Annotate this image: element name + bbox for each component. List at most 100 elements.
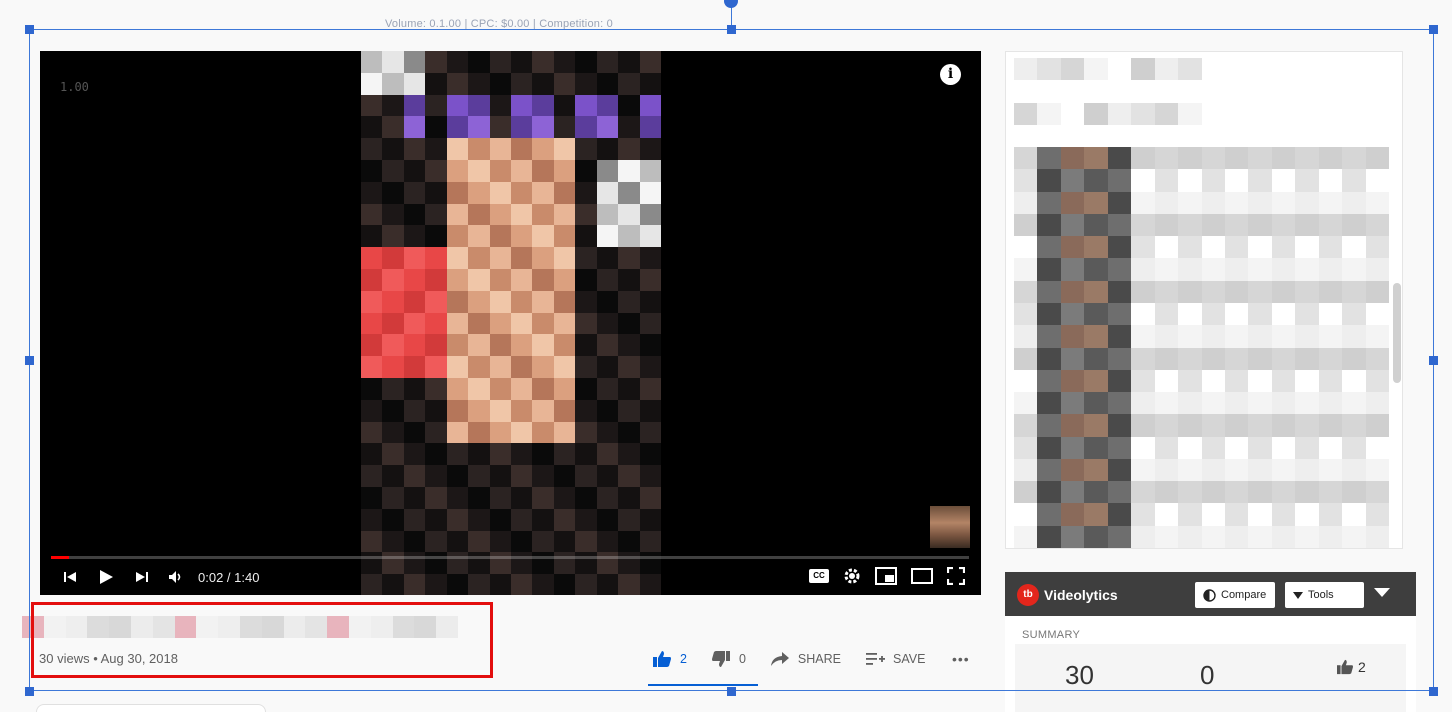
pixel-block — [1201, 458, 1225, 482]
related-videos-obscured — [1005, 51, 1403, 549]
pixel-block — [1107, 147, 1132, 170]
pixel-block — [1295, 458, 1319, 482]
pixel-block — [1107, 213, 1132, 237]
videolytics-panel: tb Videolytics Compare Tools SUMMARY 30 … — [1005, 572, 1416, 712]
pixel-block — [1037, 436, 1061, 459]
pixel-block — [1107, 481, 1132, 504]
pixel-block — [1271, 236, 1296, 259]
pixel-block — [403, 486, 426, 509]
pixel-block — [1248, 525, 1272, 548]
pixel-block — [1342, 102, 1366, 125]
pixel-block — [1201, 236, 1225, 259]
pixel-block — [575, 181, 597, 204]
pixel-block — [489, 51, 511, 73]
save-button[interactable]: SAVE — [865, 651, 925, 667]
pixel-block — [425, 247, 447, 269]
pixel-block — [489, 486, 511, 509]
videolytics-logo-icon: tb — [1017, 584, 1039, 606]
resize-handle-n[interactable] — [727, 25, 736, 34]
gear-icon[interactable] — [843, 567, 861, 585]
pixel-block — [1014, 147, 1038, 170]
pixel-block — [446, 268, 469, 291]
pixelated-video-frame — [361, 51, 661, 595]
resize-handle-w[interactable] — [25, 356, 34, 365]
pixel-block — [1154, 213, 1179, 237]
pixel-block — [1295, 102, 1319, 125]
pixel-block — [425, 51, 447, 73]
pixel-block — [1271, 80, 1296, 103]
stat-comments: 0 — [1200, 660, 1215, 690]
pixel-block — [1014, 458, 1038, 482]
dislike-button[interactable]: 0 — [711, 650, 746, 668]
pixel-block — [1178, 169, 1202, 192]
pixel-block — [1224, 102, 1249, 125]
more-actions-button[interactable]: ••• — [952, 651, 970, 667]
compare-button[interactable]: Compare — [1195, 582, 1275, 608]
resize-handle-e[interactable] — [1429, 356, 1438, 365]
pixel-block — [1060, 80, 1085, 103]
pixel-block — [1342, 503, 1366, 526]
pixel-block — [1060, 280, 1085, 303]
pixel-block — [1060, 369, 1085, 393]
sidebar-scrollbar[interactable] — [1393, 283, 1401, 383]
stat-views: 30 — [1065, 660, 1094, 690]
pixel-block — [511, 116, 533, 139]
pixel-block — [1271, 347, 1296, 370]
channel-watermark[interactable] — [930, 506, 970, 548]
fullscreen-icon[interactable] — [947, 567, 965, 585]
pixel-block — [1107, 236, 1132, 259]
share-button[interactable]: SHARE — [770, 651, 841, 667]
info-icon[interactable]: i — [940, 64, 961, 85]
like-button[interactable]: 2 — [652, 650, 687, 668]
pixel-block — [1037, 280, 1061, 303]
progress-bar[interactable] — [51, 556, 969, 559]
pixel-block — [1014, 280, 1038, 303]
pixel-block — [403, 203, 426, 226]
thumbs-up-icon — [1337, 659, 1353, 675]
pixel-block — [618, 508, 640, 531]
pixel-block — [532, 465, 554, 487]
miniplayer-icon[interactable] — [875, 567, 897, 585]
resize-handle-nw[interactable] — [25, 25, 34, 34]
tools-button[interactable]: Tools — [1285, 582, 1364, 608]
pixel-block — [639, 508, 661, 531]
resize-handle-se[interactable] — [1429, 687, 1438, 696]
pixel-block — [446, 530, 469, 553]
pixel-block — [1271, 525, 1296, 548]
pixel-block — [382, 94, 404, 117]
pixel-block — [403, 443, 426, 466]
captions-icon[interactable]: CC — [809, 569, 829, 583]
video-player[interactable]: 1.00 i 0:02 / 1:40 CC — [40, 51, 981, 595]
pixel-block — [1248, 169, 1272, 192]
pixel-block — [1131, 213, 1155, 237]
volume-icon[interactable] — [166, 567, 186, 587]
pixel-block — [1014, 258, 1038, 281]
collapse-caret-icon[interactable] — [1374, 588, 1390, 597]
pixel-block — [489, 443, 511, 466]
resize-handle-s[interactable] — [727, 687, 736, 696]
skip-next-icon[interactable] — [132, 567, 152, 587]
pixel-block — [489, 159, 511, 182]
pixel-block — [639, 203, 661, 226]
pixel-block — [1295, 58, 1319, 81]
pixel-block — [1271, 503, 1296, 526]
pixel-block — [361, 290, 383, 313]
pixel-block — [575, 94, 597, 117]
play-icon[interactable] — [96, 567, 116, 587]
theater-mode-icon[interactable] — [911, 568, 933, 584]
skip-previous-icon[interactable] — [60, 567, 80, 587]
resize-handle-sw[interactable] — [25, 687, 34, 696]
pixel-block — [596, 94, 619, 117]
pixel-block — [639, 94, 661, 117]
resize-handle-ne[interactable] — [1429, 25, 1438, 34]
pixel-block — [575, 138, 597, 160]
pixel-block — [639, 530, 661, 553]
pixel-block — [1107, 58, 1132, 81]
pixel-block — [361, 181, 383, 204]
thumbs-down-icon — [711, 651, 730, 667]
pixel-block — [1248, 124, 1272, 148]
pixel-block — [1342, 369, 1366, 393]
pixel-block — [596, 268, 619, 291]
pixel-block — [446, 443, 469, 466]
pixel-block — [1342, 80, 1366, 103]
